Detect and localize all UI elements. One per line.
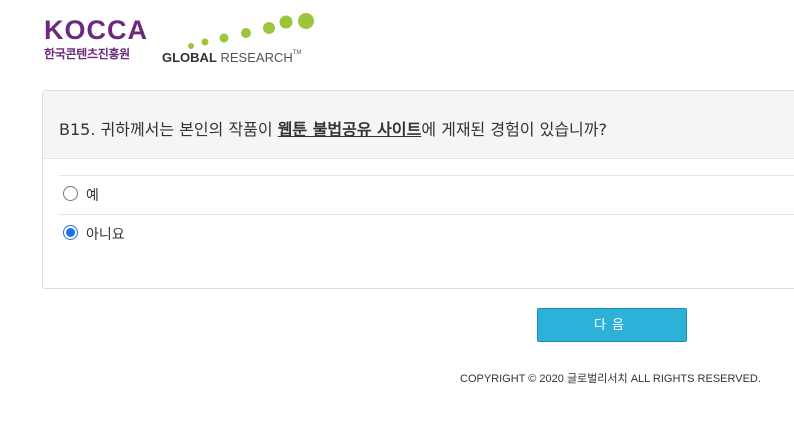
kocca-korean-name: 한국콘텐츠진흥원 xyxy=(44,47,130,61)
kocca-wordmark: KOCCA xyxy=(44,15,148,45)
kocca-logo: KOCCA 한국콘텐츠진흥원 xyxy=(44,16,148,62)
gr-trademark: TM xyxy=(292,50,302,56)
option-yes-label[interactable]: 예 xyxy=(86,185,99,205)
question-emphasis: 웹툰 불법공유 사이트 xyxy=(277,120,422,139)
option-no[interactable]: 아니요 xyxy=(59,214,794,253)
global-research-dots-icon xyxy=(188,13,314,49)
question-text: B15. 귀하께서는 본인의 작품이 웹툰 불법공유 사이트에 게재된 경험이 … xyxy=(59,116,607,140)
option-no-label[interactable]: 아니요 xyxy=(86,224,125,244)
question-card: B15. 귀하께서는 본인의 작품이 웹툰 불법공유 사이트에 게재된 경험이 … xyxy=(42,90,794,289)
global-research-wordmark: GLOBAL RESEARCHTM xyxy=(162,50,301,65)
next-button[interactable]: 다음 xyxy=(537,308,687,342)
radio-no[interactable] xyxy=(63,225,78,240)
option-yes[interactable]: 예 xyxy=(59,175,794,214)
question-prefix: B15. 귀하께서는 본인의 작품이 xyxy=(59,120,278,139)
question-suffix: 에 게재된 경험이 있습니까? xyxy=(421,120,607,139)
gr-bold-text: GLOBAL xyxy=(162,50,217,65)
copyright-text: COPYRIGHT © 2020 글로벌리서치 ALL RIGHTS RESER… xyxy=(460,373,761,385)
question-header: B15. 귀하께서는 본인의 작품이 웹툰 불법공유 사이트에 게재된 경험이 … xyxy=(43,91,794,159)
radio-yes[interactable] xyxy=(63,186,78,201)
gr-light-text: RESEARCH xyxy=(216,50,293,65)
global-research-logo: GLOBAL RESEARCHTM xyxy=(162,12,322,68)
